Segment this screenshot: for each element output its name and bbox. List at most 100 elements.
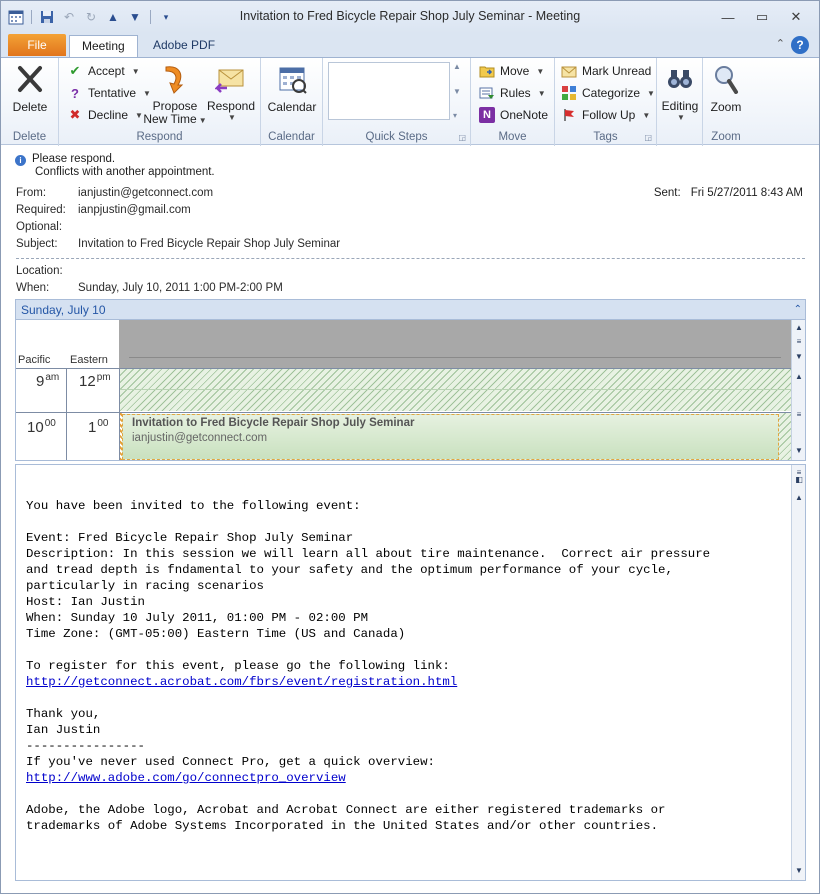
quick-steps-gallery[interactable] [328,62,450,120]
body-divider: ---------------- [26,739,145,753]
mark-unread-button[interactable]: Mark Unread [561,61,651,81]
calendar-group: Calendar Calendar [261,58,323,146]
decline-button[interactable]: ✖ Decline ▼ [67,105,143,125]
decline-label: Decline [88,108,129,122]
categorize-button[interactable]: Categorize ▼ [561,83,655,103]
calendar-day-label: Sunday, July 10 [21,303,106,317]
from-value[interactable]: ianjustin@getconnect.com [78,187,213,199]
calendar-button[interactable]: Calendar [261,62,323,114]
scroll-thumb-icon[interactable]: ≡ [793,336,805,348]
rules-button[interactable]: Rules ▼ [479,83,546,103]
accept-label: Accept [88,64,125,78]
quick-steps-scroll[interactable]: ▲ ▼ ▾ [453,62,465,120]
info-line-2: Conflicts with another appointment. [35,166,215,178]
appointment-title: Invitation to Fred Bicycle Repair Shop J… [132,417,415,429]
time-suffix: am [45,372,60,383]
ribbon: Delete Delete ✔ Accept ▼ ? Tentative ▼ ✖ D… [1,57,819,146]
sent-row: Sent: Fri 5/27/2011 8:43 AM [654,187,803,199]
body-register-text: To register for this event, please go th… [26,659,450,673]
message-body[interactable]: You have been invited to the following e… [15,464,806,881]
respond-envelope-icon [214,62,248,96]
scroll-up-icon[interactable]: ▲ [453,62,465,71]
more-icon[interactable]: ▾ [453,111,465,120]
move-button[interactable]: Move ▼ [479,61,544,81]
appointment-block[interactable]: Invitation to Fred Bicycle Repair Shop J… [122,414,779,460]
meeting-window: ↶ ↻ ▲ ▼ ▾ Invitation to Fred Bicycle Rep… [0,0,820,894]
quick-steps-group: ▲ ▼ ▾ Quick Steps ◲ [323,58,471,146]
move-label: Move [500,64,530,78]
new-time-text: New Time [143,112,197,126]
respond-group-label: Respond [136,131,183,143]
onenote-label: OneNote [500,108,549,122]
maximize-icon[interactable]: ▭ [745,7,779,27]
info-icon: i [15,155,26,166]
required-value[interactable]: ianpjustin@gmail.com [78,204,191,216]
time-eastern-1: 100 [88,418,108,436]
when-row: When: Sunday, July 10, 2011 1:00 PM-2:00 … [16,282,283,294]
tab-adobe-pdf[interactable]: Adobe PDF [141,35,227,57]
help-icon[interactable]: ? [791,36,809,54]
mark-unread-label: Mark Unread [582,64,652,78]
collapse-icon[interactable]: ⌃ [794,300,802,320]
minimize-ribbon-icon[interactable]: ⌃ [776,37,785,50]
sent-value: Fri 5/27/2011 8:43 AM [690,187,803,199]
tags-group-label: Tags [593,131,618,143]
delete-button[interactable]: Delete [1,62,59,114]
location-label: Location: [16,265,63,277]
rules-icon [479,85,495,101]
tab-file[interactable]: File [8,34,66,56]
tentative-button[interactable]: ? Tentative ▼ [67,83,151,103]
quick-steps-label: Quick Steps [365,131,428,143]
scroll-down-icon[interactable]: ▼ [793,445,805,457]
body-scrollbar[interactable]: ≡ ◧ ▲ ▼ [791,465,805,880]
zoom-group: Zoom Zoom [703,58,749,146]
move-folder-icon [479,63,495,79]
dropdown-arrow-icon: ▼ [228,113,236,122]
accept-button[interactable]: ✔ Accept ▼ [67,61,140,81]
scroll-up-icon[interactable]: ▲ [793,492,805,504]
time-suffix: pm [96,372,111,383]
follow-up-flag-icon [561,107,577,123]
dialog-launcher-icon[interactable]: ◲ [458,133,466,142]
close-icon[interactable]: ✕ [779,7,813,27]
scroll-thumb-icon[interactable]: ≡ [793,409,805,421]
dialog-launcher-icon[interactable]: ◲ [644,133,652,142]
calendar-group-label: Calendar [268,131,315,143]
minimize-icon[interactable]: — [711,7,745,27]
propose-new-time-button[interactable]: Propose New Time ▼ [143,62,207,127]
subject-value: Invitation to Fred Bicycle Repair Shop J… [78,238,341,250]
busy-conflict-edge [779,413,791,460]
delete-x-icon [13,62,47,96]
time-hour: 12 [79,373,96,390]
follow-up-button[interactable]: Follow Up ▼ [561,105,650,125]
scroll-down-icon[interactable]: ▼ [453,87,465,96]
overview-link[interactable]: http://www.adobe.com/go/connectpro_overv… [26,771,346,785]
scroll-up-icon[interactable]: ▲ [793,371,805,383]
propose-time-icon [158,62,192,96]
editing-button[interactable]: Editing ▼ [657,62,703,123]
registration-link[interactable]: http://getconnect.acrobat.com/fbrs/event… [26,675,457,689]
busy-conflict-area [120,369,791,411]
header-divider [16,258,805,259]
time-suffix: 00 [44,418,56,429]
zoom-button[interactable]: Zoom [703,62,749,114]
scroll-up-icon[interactable]: ▲ [793,322,805,334]
scroll-down-icon[interactable]: ▼ [793,865,805,877]
zoom-label: Zoom [710,100,742,114]
scroll-down-icon[interactable]: ▼ [793,351,805,363]
tab-meeting[interactable]: Meeting [69,35,138,57]
editing-group: Editing ▼ [657,58,703,146]
title-bar: ↶ ↻ ▲ ▼ ▾ Invitation to Fred Bicycle Rep… [1,1,819,33]
dropdown-arrow-icon: ▼ [537,88,546,98]
onenote-button[interactable]: N OneNote [479,105,548,125]
unpin-icon[interactable]: ◧ [793,474,805,486]
dropdown-arrow-icon: ▼ [135,110,143,120]
calendar-scrollbar[interactable]: ▲ ≡ ▼ ▲ ≡ ▼ [791,320,805,460]
calendar-view-icon [275,62,309,96]
respond-button[interactable]: Respond ▼ [205,62,257,123]
delete-group: Delete Delete [1,58,59,146]
categorize-label: Categorize [582,86,641,100]
categorize-icon [561,85,577,101]
time-suffix: 00 [97,418,109,429]
delete-label: Delete [12,100,48,114]
